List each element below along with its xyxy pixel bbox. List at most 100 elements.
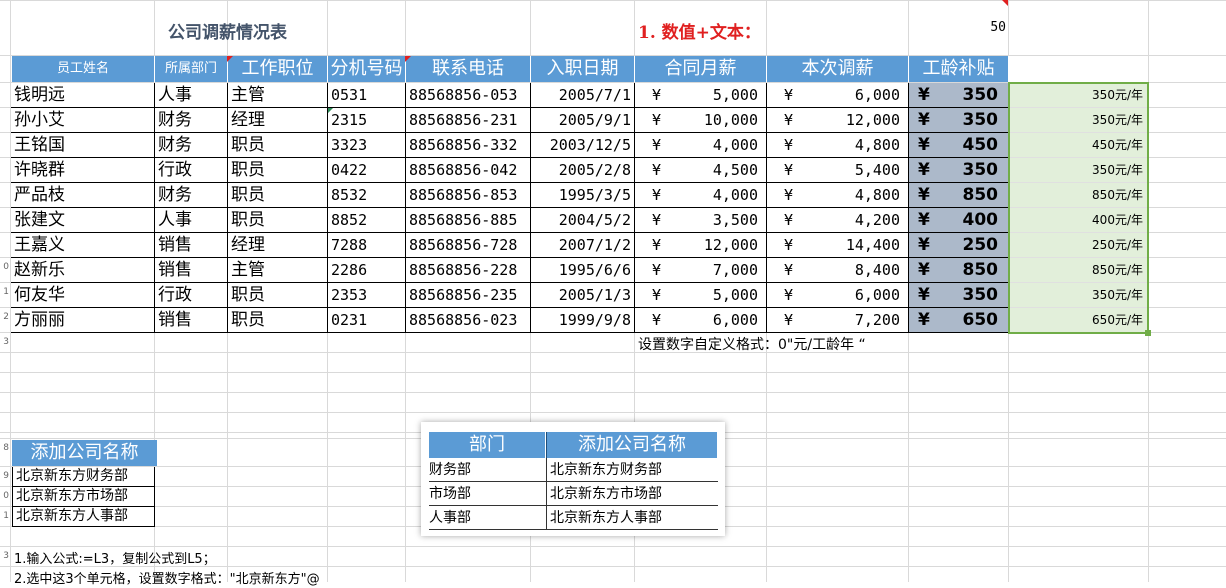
row-number[interactable]: 0 (0, 486, 9, 506)
row-number[interactable]: 3 (0, 546, 9, 566)
cell-phone[interactable]: 88568856-042 (406, 158, 531, 183)
cell-raise[interactable]: ¥4,800 (767, 133, 909, 158)
cell-name[interactable]: 王嘉义 (11, 233, 155, 258)
cell-bonus[interactable]: ¥350 (909, 158, 1009, 183)
cell-ext[interactable]: 8532 (328, 183, 406, 208)
cell-date[interactable]: 2005/2/8 (531, 158, 635, 183)
cell-dept[interactable]: 财务 (155, 183, 228, 208)
cell-position[interactable]: 经理 (228, 233, 328, 258)
cell-ext[interactable]: 7288 (328, 233, 406, 258)
header-bonus[interactable]: 工龄补贴 (909, 56, 1009, 82)
cell-phone[interactable]: 88568856-023 (406, 308, 531, 333)
cell-raise[interactable]: ¥4,200 (767, 208, 909, 233)
cell-name[interactable]: 许晓群 (11, 158, 155, 183)
cell-bonus[interactable]: ¥400 (909, 208, 1009, 233)
cell-salary[interactable]: ¥6,000 (635, 308, 767, 333)
cell-phone[interactable]: 88568856-332 (406, 133, 531, 158)
cell-raise[interactable]: ¥14,400 (767, 233, 909, 258)
cell-dept[interactable]: 财务 (155, 108, 228, 133)
cell-name[interactable]: 钱明远 (11, 83, 155, 108)
cell-position[interactable]: 职员 (228, 283, 328, 308)
cell-ext[interactable]: 3323 (328, 133, 406, 158)
cell-raise[interactable]: ¥4,800 (767, 183, 909, 208)
cell-name[interactable]: 严品枝 (11, 183, 155, 208)
cell-ext[interactable]: 0422 (328, 158, 406, 183)
cell-date[interactable]: 2004/5/2 (531, 208, 635, 233)
cell-raise[interactable]: ¥5,400 (767, 158, 909, 183)
cell-salary[interactable]: ¥5,000 (635, 283, 767, 308)
cell-date[interactable]: 1999/9/8 (531, 308, 635, 333)
cell-phone[interactable]: 88568856-231 (406, 108, 531, 133)
cell-raise[interactable]: ¥6,000 (767, 283, 909, 308)
cell-position[interactable]: 主管 (228, 83, 328, 108)
cell-salary[interactable]: ¥12,000 (635, 233, 767, 258)
cell-position[interactable]: 职员 (228, 133, 328, 158)
cell-salary[interactable]: ¥4,000 (635, 183, 767, 208)
cell-ext[interactable]: 8852 (328, 208, 406, 233)
cell-salary[interactable]: ¥10,000 (635, 108, 767, 133)
cell-ext[interactable]: 0231 (328, 308, 406, 333)
cell-position[interactable]: 职员 (228, 308, 328, 333)
cell-date[interactable]: 2005/9/1 (531, 108, 635, 133)
header-dept[interactable]: 所属部门 (155, 56, 228, 82)
cell-name[interactable]: 方丽丽 (11, 308, 155, 333)
row-number[interactable]: 3 (0, 332, 9, 352)
cell-phone[interactable]: 88568856-228 (406, 258, 531, 283)
cell-position[interactable]: 职员 (228, 208, 328, 233)
cell-name[interactable]: 王铭国 (11, 133, 155, 158)
header-ext[interactable]: 分机号码 (328, 56, 406, 82)
cell-date[interactable]: 2005/7/1 (531, 83, 635, 108)
cell-phone[interactable]: 88568856-853 (406, 183, 531, 208)
cell-name[interactable]: 赵新乐 (11, 258, 155, 283)
cell-date[interactable]: 1995/6/6 (531, 258, 635, 283)
fill-handle[interactable] (1145, 330, 1151, 336)
header-phone[interactable]: 联系电话 (406, 56, 531, 82)
cell-salary[interactable]: ¥4,000 (635, 133, 767, 158)
cell-position[interactable]: 职员 (228, 158, 328, 183)
header-name[interactable]: 员工姓名 (12, 56, 155, 82)
company-list-item[interactable]: 北京新东方财务部 (12, 467, 155, 487)
header-position[interactable]: 工作职位 (228, 56, 328, 82)
cell-ext[interactable]: 2315 (328, 108, 406, 133)
cell-salary[interactable]: ¥7,000 (635, 258, 767, 283)
cell-ext[interactable]: 0531 (328, 83, 406, 108)
cell-date[interactable]: 2007/1/2 (531, 233, 635, 258)
row-number[interactable]: 2 (0, 307, 9, 327)
cell-phone[interactable]: 88568856-728 (406, 233, 531, 258)
cell-bonus[interactable]: ¥250 (909, 233, 1009, 258)
cell-dept[interactable]: 人事 (155, 208, 228, 233)
cell-ext[interactable]: 2353 (328, 283, 406, 308)
cell-bonus[interactable]: ¥350 (909, 83, 1009, 108)
cell-phone[interactable]: 88568856-235 (406, 283, 531, 308)
row-number[interactable]: 0 (0, 257, 9, 277)
cell-dept[interactable]: 行政 (155, 158, 228, 183)
cell-raise[interactable]: ¥8,400 (767, 258, 909, 283)
cell-dept[interactable]: 销售 (155, 308, 228, 333)
cell-name[interactable]: 孙小艾 (11, 108, 155, 133)
row-number[interactable]: 1 (0, 506, 9, 526)
cell-position[interactable]: 主管 (228, 258, 328, 283)
cell-bonus[interactable]: ¥350 (909, 108, 1009, 133)
cell-dept[interactable]: 财务 (155, 133, 228, 158)
cell-date[interactable]: 2005/1/3 (531, 283, 635, 308)
row-number[interactable]: 9 (0, 466, 9, 486)
cell-position[interactable]: 职员 (228, 183, 328, 208)
header-salary[interactable]: 合同月薪 (635, 56, 767, 82)
row-number[interactable]: 1 (0, 282, 9, 302)
cell-date[interactable]: 1995/3/5 (531, 183, 635, 208)
cell-date[interactable]: 2003/12/5 (531, 133, 635, 158)
header-raise[interactable]: 本次调薪 (767, 56, 909, 82)
company-list-item[interactable]: 北京新东方市场部 (12, 487, 155, 507)
cell-bonus[interactable]: ¥350 (909, 283, 1009, 308)
cell-bonus[interactable]: ¥450 (909, 133, 1009, 158)
cell-dept[interactable]: 人事 (155, 83, 228, 108)
cell-phone[interactable]: 88568856-885 (406, 208, 531, 233)
cell-dept[interactable]: 行政 (155, 283, 228, 308)
cell-salary[interactable]: ¥4,500 (635, 158, 767, 183)
cell-ext[interactable]: 2286 (328, 258, 406, 283)
cell-raise[interactable]: ¥6,000 (767, 83, 909, 108)
cell-dept[interactable]: 销售 (155, 233, 228, 258)
cell-name[interactable]: 何友华 (11, 283, 155, 308)
cell-raise[interactable]: ¥12,000 (767, 108, 909, 133)
cell-dept[interactable]: 销售 (155, 258, 228, 283)
